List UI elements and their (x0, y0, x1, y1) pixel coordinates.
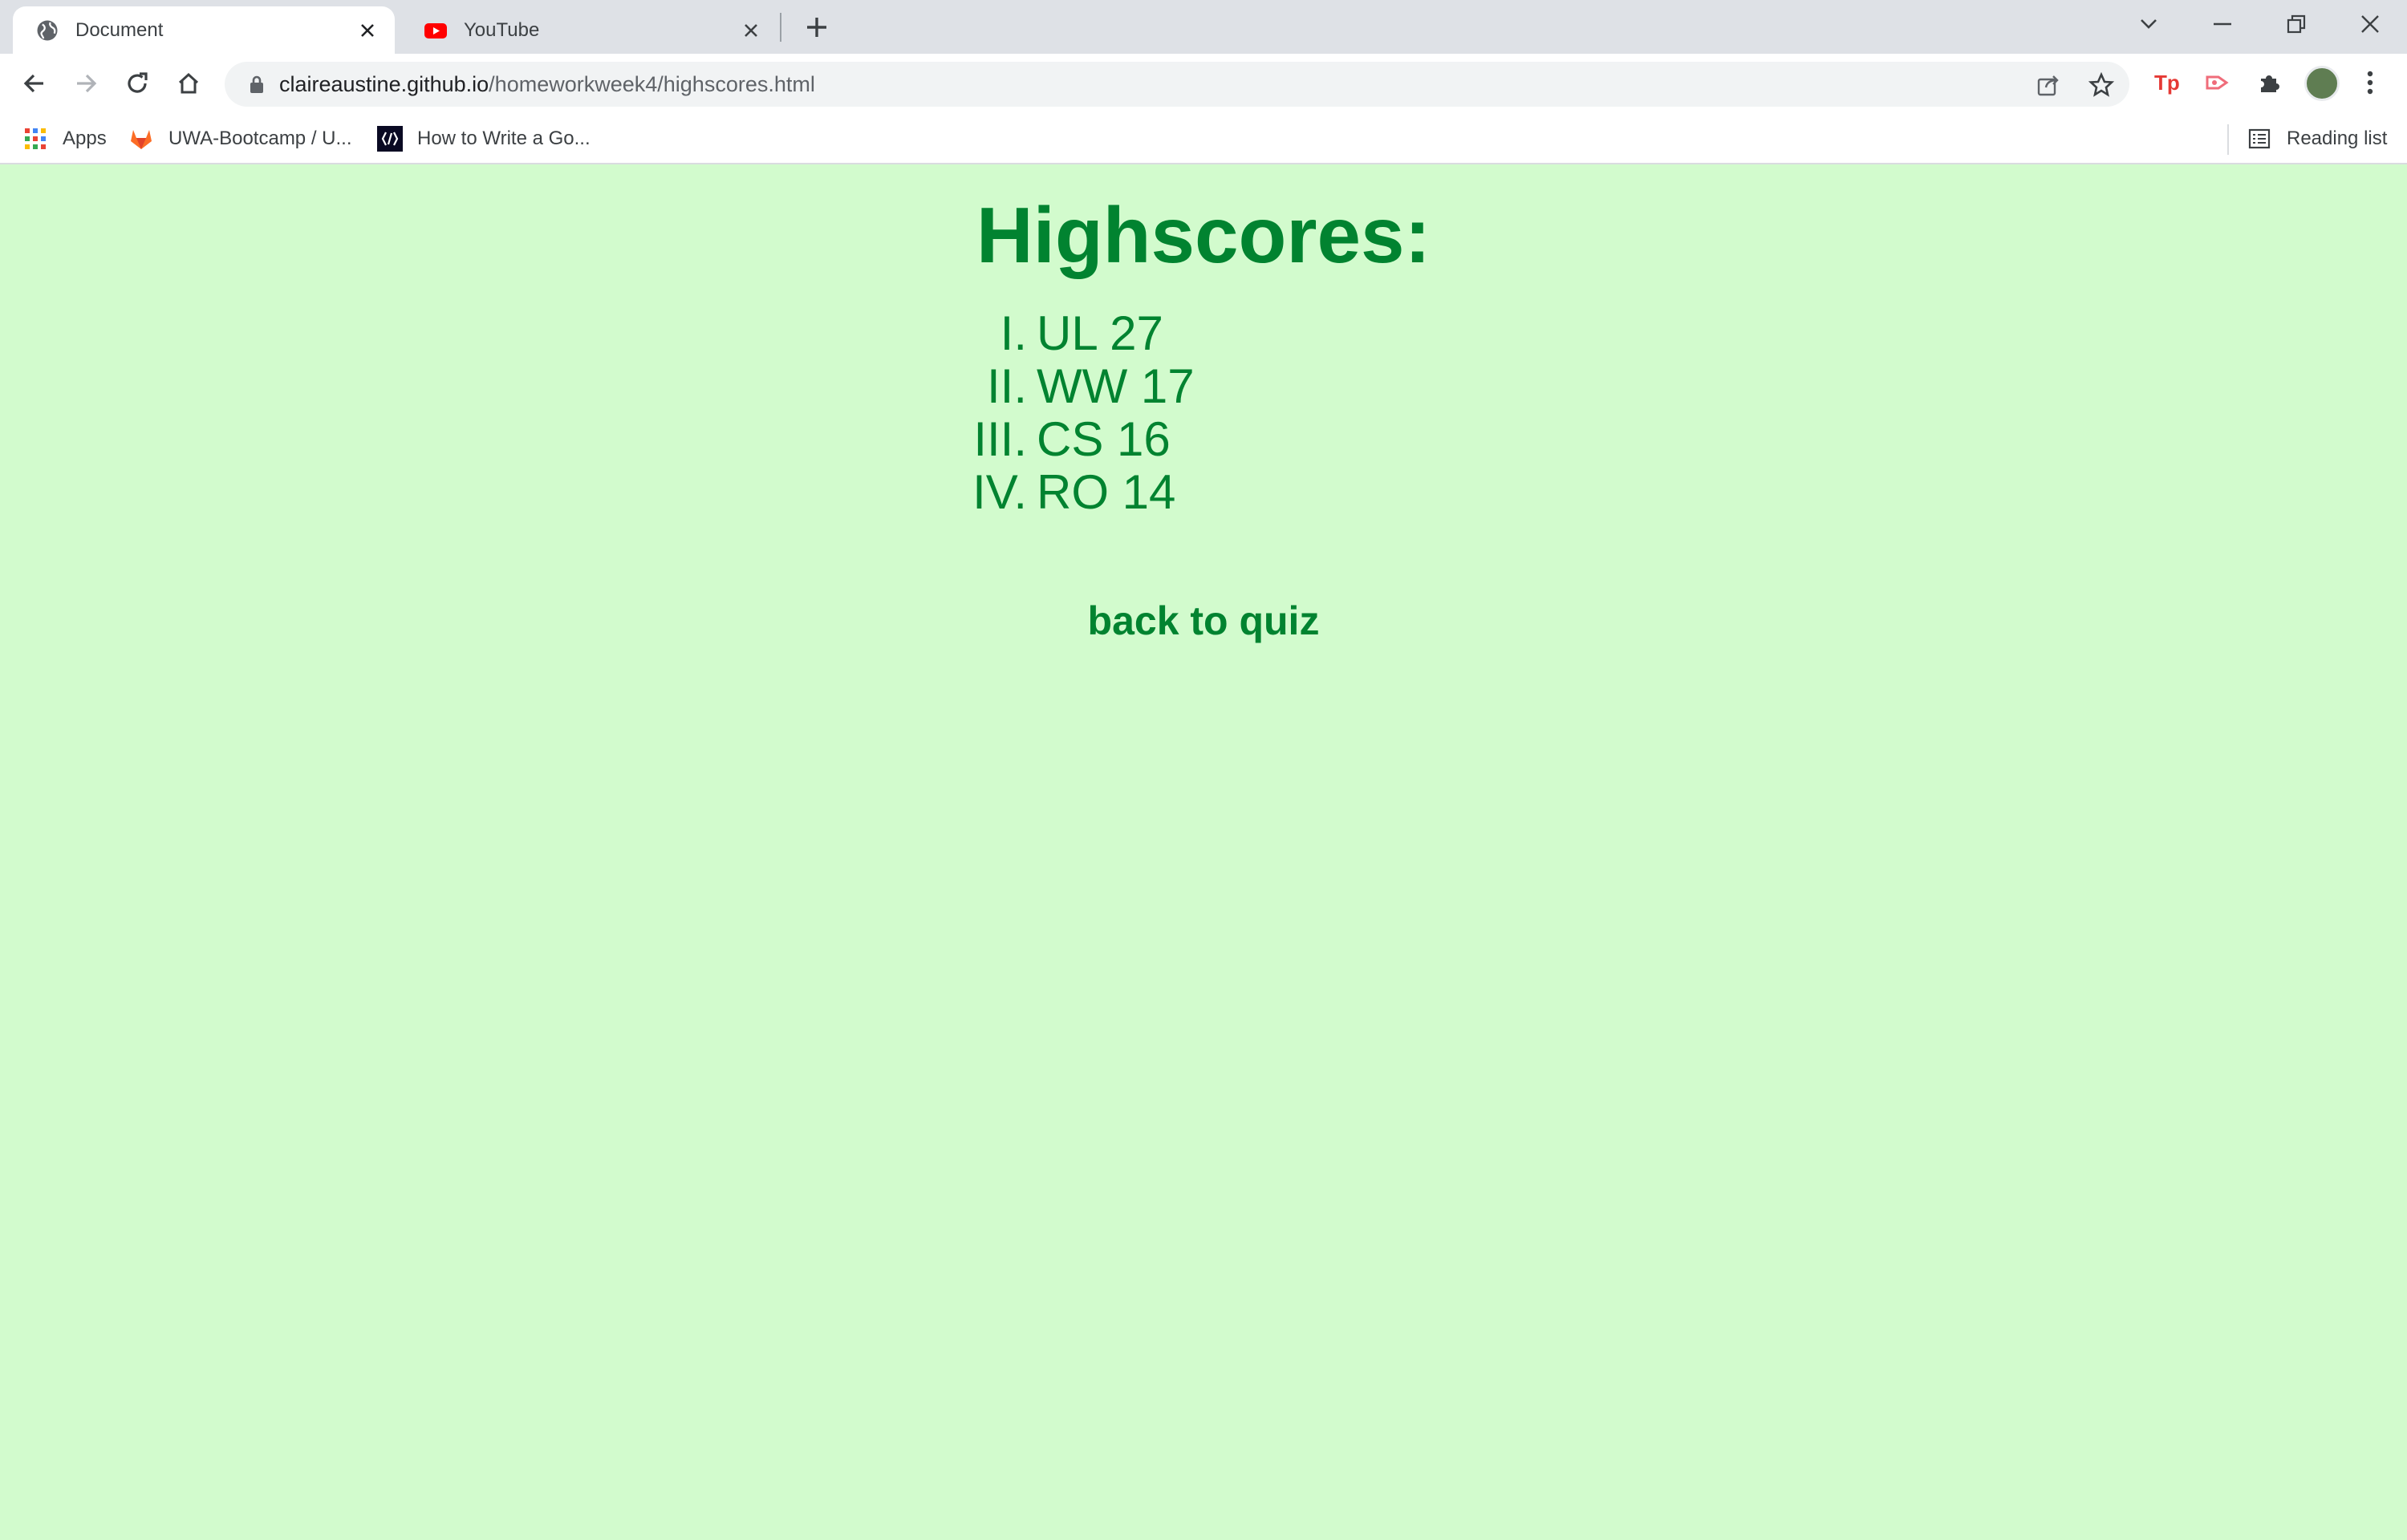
bookmark-how-to-write[interactable]: How to Write a Go... (377, 123, 591, 155)
tab-document[interactable]: Document (13, 6, 395, 54)
lock-icon (250, 75, 263, 93)
bookmark-label: UWA-Bootcamp / U... (168, 128, 352, 149)
list-item: II. WW 17 (963, 360, 1195, 413)
toolbar: claireaustine.github.io/homeworkweek4/hi… (0, 54, 2407, 113)
extensions-puzzle-icon[interactable] (2251, 65, 2287, 100)
tab-title: YouTube (464, 18, 540, 41)
reading-list-button[interactable]: Reading list (2247, 123, 2387, 155)
extension-arrow-icon[interactable] (2200, 65, 2235, 100)
restore-icon (2287, 14, 2306, 34)
site-logo-icon (377, 126, 403, 152)
minimize-icon (2214, 22, 2231, 26)
chevron-down-icon (2141, 19, 2157, 29)
home-button[interactable] (170, 65, 207, 102)
globe-icon (37, 20, 58, 40)
restore-button[interactable] (2259, 0, 2333, 48)
profile-avatar[interactable] (2304, 66, 2340, 101)
page-content: Highscores: I. UL 27 II. WW 17 III. CS 16 I… (0, 164, 2407, 1540)
youtube-icon (424, 22, 447, 38)
plus-icon (807, 18, 826, 37)
extension-tp-icon[interactable]: Tp (2149, 65, 2184, 100)
home-icon (178, 72, 199, 94)
new-tab-button[interactable] (799, 10, 834, 45)
rank-numeral: I. (1000, 306, 1027, 360)
score-entry: CS 16 (1037, 412, 1171, 466)
back-to-quiz-link[interactable]: back to quiz (0, 598, 2407, 644)
tab-search-button[interactable] (2112, 0, 2186, 48)
rank-numeral: III. (973, 412, 1027, 466)
highscores-list: I. UL 27 II. WW 17 III. CS 16 IV. RO 14 (963, 307, 1195, 519)
close-tab-icon[interactable] (351, 14, 384, 47)
bookmarks-separator (2227, 124, 2229, 155)
reading-list-label: Reading list (2287, 128, 2388, 149)
tab-strip: Document YouTube (0, 0, 2407, 54)
share-icon[interactable] (2035, 71, 2062, 99)
tab-separator (780, 13, 781, 42)
list-item: III. CS 16 (963, 413, 1195, 466)
bookmark-label: Apps (63, 128, 107, 149)
minimize-button[interactable] (2186, 0, 2259, 48)
arrow-right-icon (77, 74, 97, 93)
reload-button[interactable] (119, 65, 156, 102)
rank-numeral: IV. (972, 465, 1027, 519)
score-entry: UL 27 (1037, 306, 1163, 360)
page-title: Highscores: (976, 191, 1431, 279)
bookmark-label: How to Write a Go... (417, 128, 591, 149)
url-host: claireaustine.github.io (279, 72, 489, 96)
url-path: /homeworkweek4/highscores.html (489, 72, 815, 96)
more-menu-icon[interactable] (2352, 65, 2388, 100)
bookmark-star-icon[interactable] (2088, 71, 2115, 99)
reload-icon (128, 72, 148, 93)
list-item: I. UL 27 (963, 307, 1195, 360)
bookmark-apps[interactable]: Apps (22, 123, 107, 155)
apps-grid-icon (22, 126, 48, 152)
score-entry: RO 14 (1037, 465, 1176, 519)
close-icon (2361, 15, 2379, 33)
close-window-button[interactable] (2333, 0, 2407, 48)
forward-button[interactable] (67, 65, 104, 102)
tab-youtube[interactable]: YouTube (401, 6, 778, 54)
score-entry: WW 17 (1037, 359, 1195, 413)
address-bar[interactable]: claireaustine.github.io/homeworkweek4/hi… (225, 62, 2129, 107)
list-item: IV. RO 14 (963, 466, 1195, 519)
reading-list-icon (2247, 126, 2272, 152)
bookmark-uwa-bootcamp[interactable]: UWA-Bootcamp / U... (128, 123, 352, 155)
bookmarks-bar: Apps UWA-Bootcamp / U... How to Write a … (0, 113, 2407, 164)
browser-chrome: Document YouTube claireaustine.github.io… (0, 0, 2407, 164)
tab-title: Document (75, 18, 164, 41)
url-text[interactable]: claireaustine.github.io/homeworkweek4/hi… (279, 72, 815, 97)
svg-text:Tp: Tp (2154, 71, 2180, 95)
back-button[interactable] (16, 65, 53, 102)
rank-numeral: II. (986, 359, 1027, 413)
arrow-left-icon (23, 74, 43, 93)
gitlab-icon (128, 126, 154, 152)
close-tab-icon[interactable] (735, 14, 767, 47)
